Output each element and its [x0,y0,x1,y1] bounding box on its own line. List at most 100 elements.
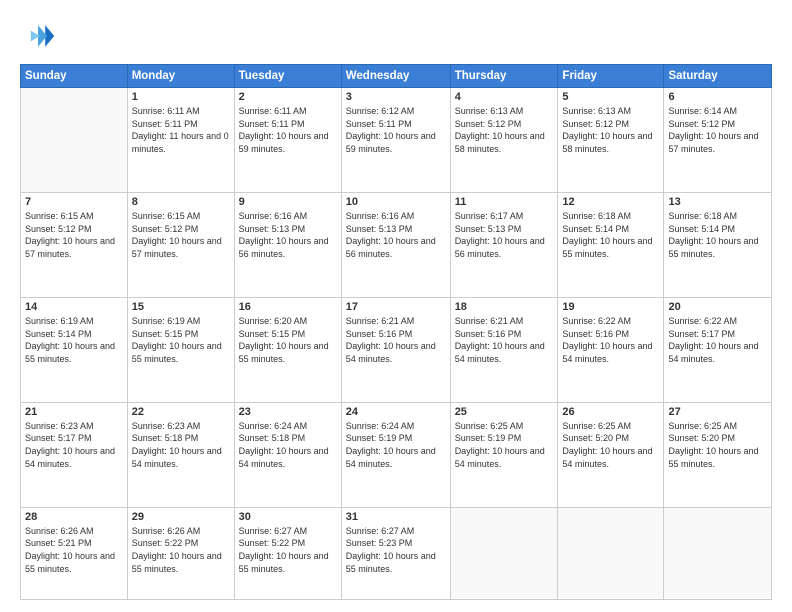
calendar-day-header: Monday [127,65,234,88]
calendar-cell: 28 Sunrise: 6:26 AMSunset: 5:21 PMDayligh… [21,507,128,599]
day-info: Sunrise: 6:26 AMSunset: 5:22 PMDaylight:… [132,525,230,575]
calendar-table: SundayMondayTuesdayWednesdayThursdayFrid… [20,64,772,600]
day-number: 3 [346,91,446,103]
day-number: 8 [132,196,230,208]
day-number: 18 [455,301,554,313]
calendar-cell [558,507,664,599]
day-number: 26 [562,406,659,418]
calendar-cell: 9Sunrise: 6:16 AMSunset: 5:13 PMDaylight… [234,192,341,297]
day-info: Sunrise: 6:16 AMSunset: 5:13 PMDaylight:… [346,210,446,260]
calendar-cell: 15 Sunrise: 6:19 AMSunset: 5:15 PMDayligh… [127,297,234,402]
calendar-week-row: 21 Sunrise: 6:23 AMSunset: 5:17 PMDayligh… [21,402,772,507]
calendar-cell: 12Sunrise: 6:18 AMSunset: 5:14 PMDayligh… [558,192,664,297]
calendar-cell: 13 Sunrise: 6:18 AMSunset: 5:14 PMDayligh… [664,192,772,297]
day-info: Sunrise: 6:12 AMSunset: 5:11 PMDaylight:… [346,105,446,155]
header [20,18,772,54]
day-number: 25 [455,406,554,418]
day-number: 10 [346,196,446,208]
day-number: 16 [239,301,337,313]
day-info: Sunrise: 6:20 AMSunset: 5:15 PMDaylight:… [239,315,337,365]
day-number: 20 [668,301,767,313]
day-number: 15 [132,301,230,313]
day-info: Sunrise: 6:15 AMSunset: 5:12 PMDaylight:… [25,210,123,260]
calendar-cell: 22 Sunrise: 6:23 AMSunset: 5:18 PMDayligh… [127,402,234,507]
calendar-cell: 25 Sunrise: 6:25 AMSunset: 5:19 PMDayligh… [450,402,558,507]
day-info: Sunrise: 6:22 AMSunset: 5:17 PMDaylight:… [668,315,767,365]
calendar-cell: 24 Sunrise: 6:24 AMSunset: 5:19 PMDayligh… [341,402,450,507]
day-number: 19 [562,301,659,313]
day-info: Sunrise: 6:26 AMSunset: 5:21 PMDaylight:… [25,525,123,575]
calendar-cell [21,88,128,193]
calendar-week-row: 28 Sunrise: 6:26 AMSunset: 5:21 PMDayligh… [21,507,772,599]
logo [20,18,60,54]
calendar-day-header: Tuesday [234,65,341,88]
calendar-cell: 2 Sunrise: 6:11 AMSunset: 5:11 PMDaylight… [234,88,341,193]
calendar-cell: 31 Sunrise: 6:27 AMSunset: 5:23 PMDayligh… [341,507,450,599]
page: SundayMondayTuesdayWednesdayThursdayFrid… [0,0,792,612]
day-number: 4 [455,91,554,103]
calendar-week-row: 1 Sunrise: 6:11 AMSunset: 5:11 PMDaylight… [21,88,772,193]
day-number: 6 [668,91,767,103]
calendar-day-header: Wednesday [341,65,450,88]
day-number: 27 [668,406,767,418]
day-number: 13 [668,196,767,208]
day-number: 21 [25,406,123,418]
day-number: 2 [239,91,337,103]
day-info: Sunrise: 6:15 AMSunset: 5:12 PMDaylight:… [132,210,230,260]
day-number: 5 [562,91,659,103]
calendar-cell: 19 Sunrise: 6:22 AMSunset: 5:16 PMDayligh… [558,297,664,402]
day-number: 24 [346,406,446,418]
calendar-header-row: SundayMondayTuesdayWednesdayThursdayFrid… [21,65,772,88]
day-number: 17 [346,301,446,313]
calendar-cell: 23 Sunrise: 6:24 AMSunset: 5:18 PMDayligh… [234,402,341,507]
day-info: Sunrise: 6:19 AMSunset: 5:15 PMDaylight:… [132,315,230,365]
calendar-cell: 7 Sunrise: 6:15 AMSunset: 5:12 PMDaylight… [21,192,128,297]
day-info: Sunrise: 6:14 AMSunset: 5:12 PMDaylight:… [668,105,767,155]
day-info: Sunrise: 6:24 AMSunset: 5:18 PMDaylight:… [239,420,337,470]
calendar-cell: 1 Sunrise: 6:11 AMSunset: 5:11 PMDaylight… [127,88,234,193]
day-number: 23 [239,406,337,418]
day-info: Sunrise: 6:23 AMSunset: 5:17 PMDaylight:… [25,420,123,470]
calendar-cell: 26Sunrise: 6:25 AMSunset: 5:20 PMDayligh… [558,402,664,507]
calendar-cell: 18 Sunrise: 6:21 AMSunset: 5:16 PMDayligh… [450,297,558,402]
calendar-cell [450,507,558,599]
day-info: Sunrise: 6:22 AMSunset: 5:16 PMDaylight:… [562,315,659,365]
calendar-day-header: Saturday [664,65,772,88]
calendar-cell: 8 Sunrise: 6:15 AMSunset: 5:12 PMDaylight… [127,192,234,297]
calendar-cell: 14Sunrise: 6:19 AMSunset: 5:14 PMDayligh… [21,297,128,402]
day-info: Sunrise: 6:23 AMSunset: 5:18 PMDaylight:… [132,420,230,470]
calendar-week-row: 7 Sunrise: 6:15 AMSunset: 5:12 PMDaylight… [21,192,772,297]
day-number: 30 [239,511,337,523]
day-info: Sunrise: 6:25 AMSunset: 5:20 PMDaylight:… [668,420,767,470]
calendar-week-row: 14Sunrise: 6:19 AMSunset: 5:14 PMDayligh… [21,297,772,402]
day-info: Sunrise: 6:24 AMSunset: 5:19 PMDaylight:… [346,420,446,470]
day-info: Sunrise: 6:18 AMSunset: 5:14 PMDaylight:… [668,210,767,260]
day-info: Sunrise: 6:13 AMSunset: 5:12 PMDaylight:… [562,105,659,155]
calendar-cell: 10 Sunrise: 6:16 AMSunset: 5:13 PMDayligh… [341,192,450,297]
calendar-day-header: Friday [558,65,664,88]
day-info: Sunrise: 6:27 AMSunset: 5:22 PMDaylight:… [239,525,337,575]
calendar-cell: 5 Sunrise: 6:13 AMSunset: 5:12 PMDaylight… [558,88,664,193]
calendar-cell: 6 Sunrise: 6:14 AMSunset: 5:12 PMDaylight… [664,88,772,193]
calendar-cell: 20 Sunrise: 6:22 AMSunset: 5:17 PMDayligh… [664,297,772,402]
day-info: Sunrise: 6:11 AMSunset: 5:11 PMDaylight:… [239,105,337,155]
calendar-cell: 29 Sunrise: 6:26 AMSunset: 5:22 PMDayligh… [127,507,234,599]
day-number: 28 [25,511,123,523]
day-info: Sunrise: 6:11 AMSunset: 5:11 PMDaylight:… [132,105,230,155]
day-info: Sunrise: 6:27 AMSunset: 5:23 PMDaylight:… [346,525,446,575]
calendar-cell: 4Sunrise: 6:13 AMSunset: 5:12 PMDaylight… [450,88,558,193]
day-number: 22 [132,406,230,418]
day-info: Sunrise: 6:21 AMSunset: 5:16 PMDaylight:… [455,315,554,365]
calendar-cell: 11Sunrise: 6:17 AMSunset: 5:13 PMDayligh… [450,192,558,297]
calendar-cell: 21 Sunrise: 6:23 AMSunset: 5:17 PMDayligh… [21,402,128,507]
calendar-day-header: Sunday [21,65,128,88]
day-info: Sunrise: 6:21 AMSunset: 5:16 PMDaylight:… [346,315,446,365]
day-number: 1 [132,91,230,103]
day-number: 11 [455,196,554,208]
day-number: 29 [132,511,230,523]
day-number: 31 [346,511,446,523]
day-number: 7 [25,196,123,208]
day-info: Sunrise: 6:25 AMSunset: 5:19 PMDaylight:… [455,420,554,470]
calendar-cell: 3 Sunrise: 6:12 AMSunset: 5:11 PMDaylight… [341,88,450,193]
day-info: Sunrise: 6:19 AMSunset: 5:14 PMDaylight:… [25,315,123,365]
